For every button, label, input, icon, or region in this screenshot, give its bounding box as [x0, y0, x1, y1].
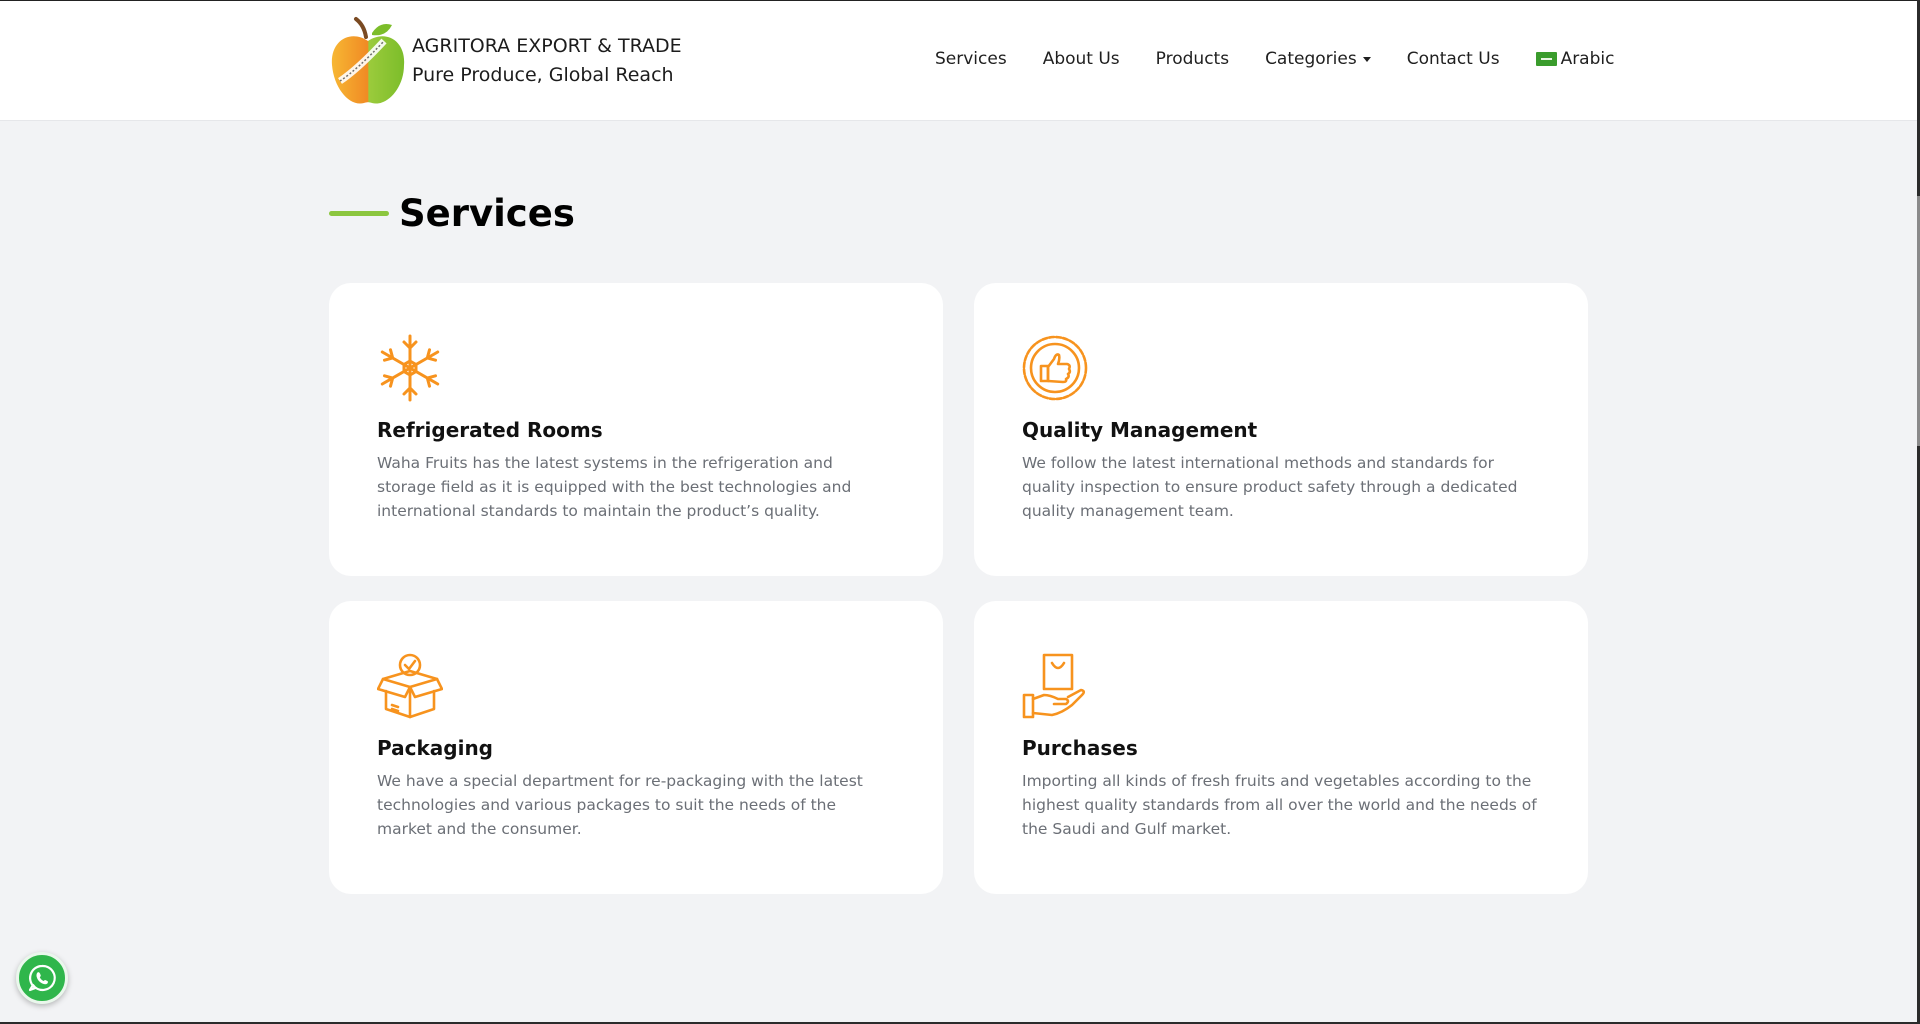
- services-heading: Services: [329, 192, 575, 235]
- service-title: Packaging: [377, 736, 493, 760]
- thumbs-up-badge-icon: [1022, 335, 1088, 401]
- hand-bag-icon: [1022, 653, 1086, 719]
- heading-accent-bar: [329, 211, 389, 216]
- service-card-packaging: Packaging We have a special department f…: [329, 601, 943, 894]
- service-title: Quality Management: [1022, 418, 1258, 442]
- service-description: Waha Fruits has the latest systems in th…: [377, 454, 852, 520]
- service-title: Purchases: [1022, 736, 1138, 760]
- service-card-refrigerated-rooms: Refrigerated Rooms Waha Fruits has the l…: [329, 283, 943, 576]
- nav-services[interactable]: Services: [935, 49, 1007, 69]
- nav-categories-dropdown[interactable]: Categories: [1265, 49, 1371, 69]
- service-title: Refrigerated Rooms: [377, 418, 603, 442]
- service-card-purchases: Purchases Importing all kinds of fresh f…: [974, 601, 1588, 894]
- nav-about-us[interactable]: About Us: [1043, 49, 1120, 69]
- service-description: We follow the latest international metho…: [1022, 454, 1518, 520]
- flag-icon: [1535, 52, 1557, 66]
- brand-name: AGRITORA EXPORT & TRADE: [412, 35, 682, 57]
- nav-products[interactable]: Products: [1156, 49, 1229, 69]
- brand[interactable]: AGRITORA EXPORT & TRADE Pure Produce, Gl…: [328, 11, 682, 111]
- language-label: Arabic: [1560, 49, 1615, 69]
- whatsapp-button[interactable]: [16, 952, 68, 1004]
- main-nav: Services About Us Products Categories Co…: [935, 49, 1614, 69]
- snowflake-icon: [380, 334, 440, 402]
- nav-contact-us[interactable]: Contact Us: [1407, 49, 1500, 69]
- whatsapp-icon: [28, 964, 56, 992]
- caret-down-icon: [1362, 56, 1371, 62]
- service-description: We have a special department for re-pack…: [377, 772, 863, 838]
- service-card-quality-management: Quality Management We follow the latest …: [974, 283, 1588, 576]
- service-description: Importing all kinds of fresh fruits and …: [1022, 772, 1537, 838]
- nav-language-switch[interactable]: Arabic: [1535, 49, 1615, 69]
- brand-tagline: Pure Produce, Global Reach: [412, 64, 674, 86]
- box-check-icon: [377, 653, 443, 719]
- nav-categories-label: Categories: [1265, 49, 1357, 69]
- section-title: Services: [399, 192, 575, 235]
- site-header: AGRITORA EXPORT & TRADE Pure Produce, Gl…: [0, 1, 1917, 121]
- apple-logo-icon: [331, 17, 405, 104]
